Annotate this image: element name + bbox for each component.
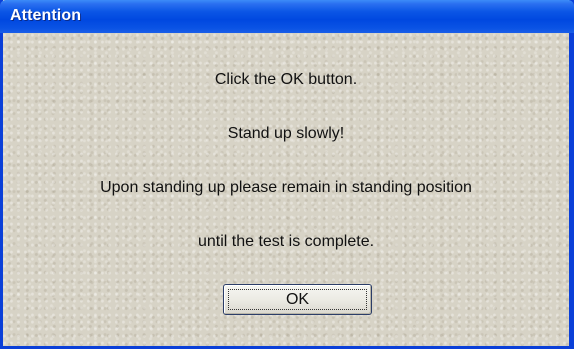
attention-dialog: Attention Click the OK button. Stand up … [0, 0, 574, 349]
message-line-1: Click the OK button. [214, 71, 358, 88]
message-line-4: until the test is complete. [197, 233, 375, 250]
dialog-title: Attention [10, 7, 82, 24]
title-bar[interactable]: Attention [0, 0, 574, 33]
ok-button-label: OK [285, 291, 310, 308]
ok-button[interactable]: OK [223, 284, 372, 315]
message-line-2: Stand up slowly! [227, 125, 345, 142]
dialog-body: Click the OK button. Stand up slowly! Up… [3, 33, 569, 346]
message-line-3: Upon standing up please remain in standi… [100, 179, 472, 196]
